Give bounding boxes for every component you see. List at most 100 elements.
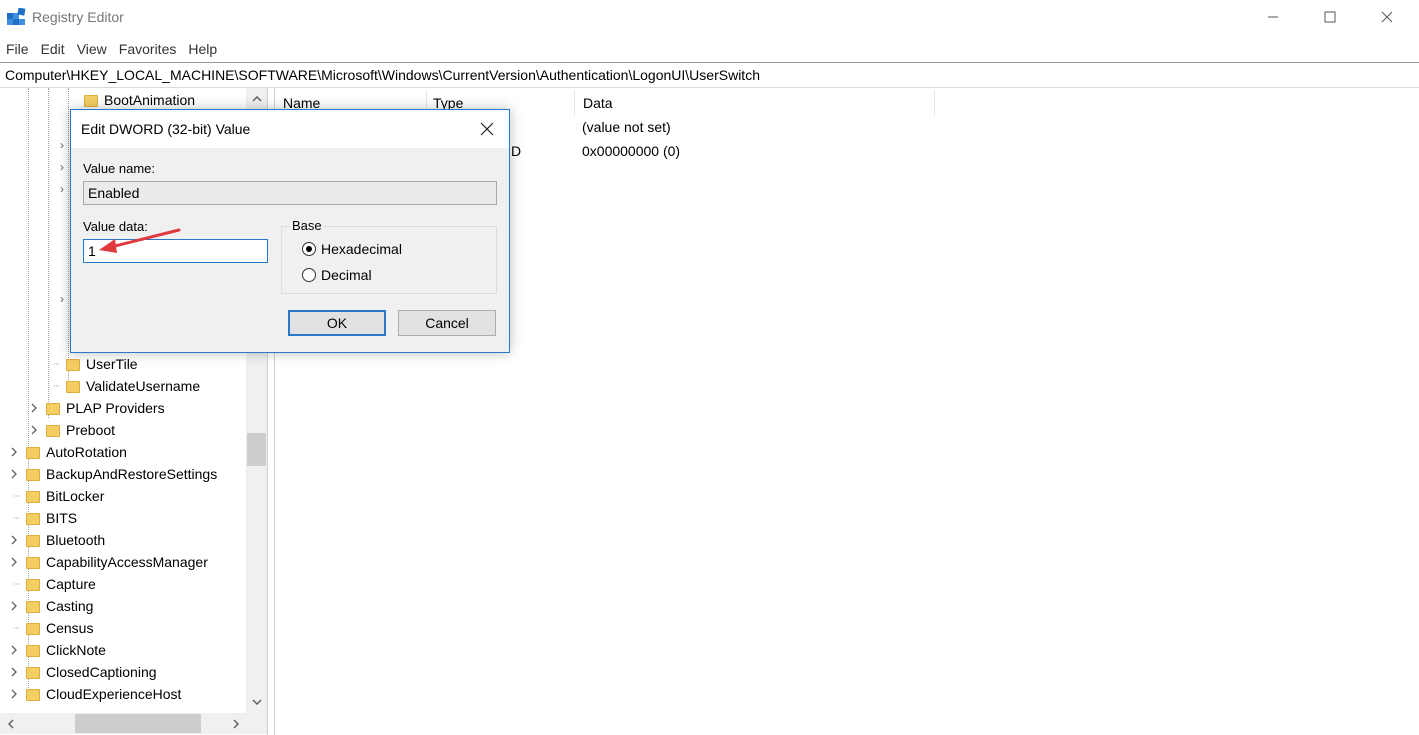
tree-item-label: Preboot	[66, 422, 116, 438]
tree-item[interactable]: BackupAndRestoreSettings	[8, 463, 217, 485]
registry-editor-icon	[7, 8, 26, 25]
scroll-thumb[interactable]	[247, 433, 266, 466]
chevron-right-icon[interactable]: ›	[60, 292, 64, 306]
folder-icon	[46, 401, 60, 415]
tree-item[interactable]: CloudExperienceHost	[8, 683, 181, 705]
tree-item[interactable]: PLAP Providers	[28, 397, 165, 419]
value-name-field[interactable]: Enabled	[83, 181, 497, 205]
folder-icon	[26, 489, 40, 503]
folder-icon	[26, 599, 40, 613]
maximize-button[interactable]	[1307, 0, 1353, 34]
window-titlebar: Registry Editor	[0, 0, 1419, 36]
chevron-right-icon[interactable]	[28, 419, 40, 441]
chevron-right-icon[interactable]	[8, 683, 20, 705]
radio-unchecked-icon	[302, 268, 316, 282]
menu-help[interactable]: Help	[182, 38, 223, 60]
scroll-right-icon[interactable]	[225, 713, 246, 734]
tree-item-label: UserTile	[86, 356, 138, 372]
chevron-right-icon[interactable]	[8, 463, 20, 485]
tree-item[interactable]: Capture	[8, 573, 96, 595]
folder-icon	[26, 621, 40, 635]
radio-checked-icon	[302, 242, 316, 256]
chevron-right-icon[interactable]	[8, 639, 20, 661]
tree-item-label: CapabilityAccessManager	[46, 554, 208, 570]
base-group	[281, 226, 497, 294]
scroll-corner	[246, 713, 267, 734]
tree-item[interactable]: Bluetooth	[8, 529, 105, 551]
folder-icon	[26, 467, 40, 481]
tree-item[interactable]: ValidateUsername	[48, 375, 200, 397]
chevron-right-icon[interactable]	[8, 551, 20, 573]
column-header-data[interactable]: Data	[575, 90, 935, 116]
minimize-icon	[1268, 16, 1278, 18]
decimal-radio[interactable]: Decimal	[302, 267, 372, 283]
dialog-titlebar: Edit DWORD (32-bit) Value	[71, 110, 509, 148]
close-button[interactable]	[1364, 0, 1410, 34]
menu-edit[interactable]: Edit	[35, 38, 71, 60]
edit-dword-dialog: Edit DWORD (32-bit) Value Value name: En…	[70, 109, 510, 353]
window-title: Registry Editor	[32, 9, 124, 25]
ok-button[interactable]: OK	[288, 310, 386, 336]
hexadecimal-radio[interactable]: Hexadecimal	[302, 241, 402, 257]
menu-bar: File Edit View Favorites Help	[0, 38, 223, 60]
scroll-up-icon[interactable]	[246, 88, 267, 109]
chevron-right-icon[interactable]	[8, 661, 20, 683]
tree-item-label: BITS	[46, 510, 78, 526]
value-data-input[interactable]: 1	[83, 239, 268, 263]
tree-connector	[8, 485, 20, 507]
chevron-right-icon[interactable]	[8, 595, 20, 617]
tree-item[interactable]: Preboot	[28, 419, 115, 441]
tree-horizontal-scrollbar[interactable]	[0, 713, 246, 734]
value-name-label: Value name:	[83, 161, 156, 176]
tree-item-label: ValidateUsername	[86, 378, 201, 394]
tree-item-label: ClickNote	[46, 642, 106, 658]
tree-connector	[48, 353, 60, 375]
folder-icon	[26, 555, 40, 569]
tree-item-label: Bluetooth	[46, 532, 106, 548]
chevron-right-icon[interactable]	[8, 441, 20, 463]
cancel-button[interactable]: Cancel	[398, 310, 496, 336]
tree-item[interactable]: ClickNote	[8, 639, 106, 661]
chevron-right-icon[interactable]: ›	[60, 138, 64, 152]
tree-item-label: BitLocker	[46, 488, 105, 504]
chevron-right-icon[interactable]: ›	[60, 182, 64, 196]
tree-item[interactable]: ClosedCaptioning	[8, 661, 157, 683]
maximize-icon	[1324, 11, 1336, 23]
close-icon	[480, 122, 494, 136]
scroll-left-icon[interactable]	[0, 713, 21, 734]
tree-item[interactable]: BITS	[8, 507, 77, 529]
scroll-down-icon[interactable]	[246, 691, 267, 712]
folder-icon	[26, 687, 40, 701]
tree-item[interactable]: CapabilityAccessManager	[8, 551, 208, 573]
folder-icon	[26, 665, 40, 679]
tree-connector	[8, 617, 20, 639]
menu-file[interactable]: File	[0, 38, 35, 60]
tree-item-label: Capture	[46, 576, 96, 592]
chevron-right-icon[interactable]	[28, 397, 40, 419]
tree-item-label: Casting	[46, 598, 94, 614]
folder-icon	[84, 93, 98, 107]
dialog-close-button[interactable]	[465, 110, 509, 148]
tree-item[interactable]: Census	[8, 617, 93, 639]
tree-item[interactable]: UserTile	[48, 353, 138, 375]
menu-favorites[interactable]: Favorites	[113, 38, 183, 60]
menu-view[interactable]: View	[71, 38, 113, 60]
minimize-button[interactable]	[1250, 0, 1296, 34]
tree-item[interactable]: AutoRotation	[8, 441, 127, 463]
chevron-right-icon[interactable]	[8, 529, 20, 551]
tree-item-bootanimation[interactable]: BootAnimation	[66, 89, 195, 111]
folder-icon	[46, 423, 60, 437]
close-icon	[1381, 11, 1393, 23]
value-data-label: Value data:	[83, 219, 148, 234]
tree-connector	[8, 573, 20, 595]
tree-item[interactable]: Casting	[8, 595, 93, 617]
tree-item-label: AutoRotation	[46, 444, 127, 460]
tree-item-label: Census	[46, 620, 94, 636]
tree-item[interactable]: BitLocker	[8, 485, 104, 507]
scroll-thumb[interactable]	[75, 714, 201, 733]
address-bar[interactable]: Computer\HKEY_LOCAL_MACHINE\SOFTWARE\Mic…	[0, 62, 1419, 88]
chevron-right-icon[interactable]: ›	[60, 160, 64, 174]
folder-icon	[26, 577, 40, 591]
tree-item-label: ClosedCaptioning	[46, 664, 157, 680]
folder-icon	[66, 379, 80, 393]
